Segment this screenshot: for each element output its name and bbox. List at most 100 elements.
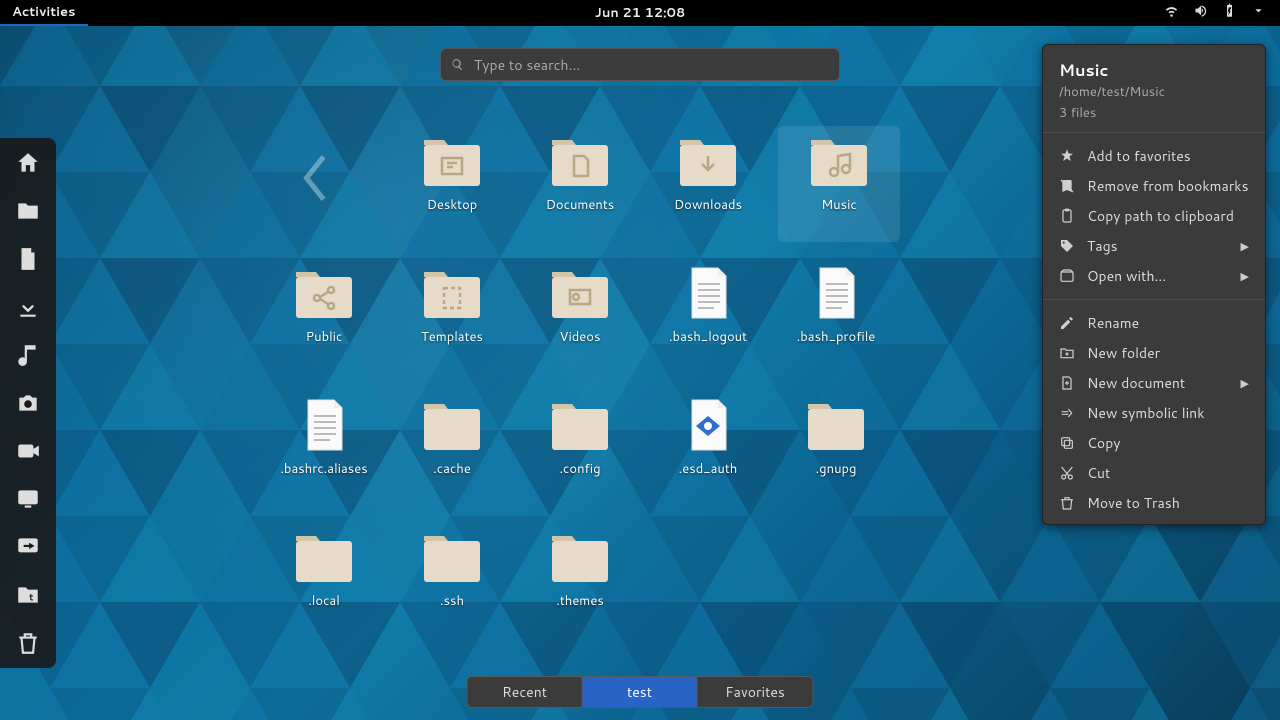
volume-icon[interactable] bbox=[1193, 3, 1208, 23]
trash-icon bbox=[1059, 495, 1075, 511]
panel-file-count: 3 files bbox=[1043, 103, 1265, 124]
panel-action-cut[interactable]: Cut bbox=[1043, 458, 1265, 488]
panel-action-add-to-favorites[interactable]: Add to favorites bbox=[1043, 141, 1265, 171]
folder-item-public[interactable]: Public bbox=[260, 264, 388, 374]
panel-action-move-to-trash[interactable]: Move to Trash bbox=[1043, 488, 1265, 518]
item-label: .config bbox=[559, 460, 600, 478]
trash-icon[interactable] bbox=[13, 628, 43, 658]
file-icon bbox=[804, 264, 868, 322]
item-label: Videos bbox=[560, 328, 601, 346]
folder-item--local[interactable]: .local bbox=[260, 528, 388, 638]
folder-icon bbox=[676, 132, 740, 190]
panel-action-label: Remove from bookmarks bbox=[1087, 176, 1249, 196]
tag-icon bbox=[1059, 238, 1075, 254]
folder-item-videos[interactable]: Videos bbox=[516, 264, 644, 374]
home-icon[interactable] bbox=[13, 148, 43, 178]
panel-title: Music bbox=[1043, 55, 1265, 82]
panel-path: /home/test/Music bbox=[1043, 82, 1265, 103]
folder-icon bbox=[807, 132, 871, 190]
panel-action-label: Add to favorites bbox=[1087, 146, 1191, 166]
context-panel: Music /home/test/Music 3 files Add to fa… bbox=[1042, 44, 1266, 525]
camera-icon[interactable] bbox=[13, 388, 43, 418]
open-icon bbox=[1059, 268, 1075, 284]
folder-icon bbox=[292, 264, 356, 322]
folder-item-documents[interactable]: Documents bbox=[516, 132, 644, 242]
document-icon[interactable] bbox=[13, 244, 43, 274]
folder-icon bbox=[420, 132, 484, 190]
folder-icon[interactable] bbox=[13, 196, 43, 226]
bottom-tab-favorites[interactable]: Favorites bbox=[698, 677, 813, 707]
clock[interactable]: Jun 21 12:08 bbox=[595, 4, 686, 22]
item-label: Templates bbox=[421, 328, 483, 346]
item-label: Music bbox=[821, 196, 857, 214]
folder-item--themes[interactable]: .themes bbox=[516, 528, 644, 638]
bookmark-remove-icon bbox=[1059, 178, 1075, 194]
item-label: .ssh bbox=[440, 592, 464, 610]
panel-action-label: New symbolic link bbox=[1087, 403, 1205, 423]
top-bar: Activities Jun 21 12:08 bbox=[0, 0, 1280, 26]
folder-icon bbox=[548, 132, 612, 190]
folder-item--cache[interactable]: .cache bbox=[388, 396, 516, 506]
pencil-icon bbox=[1059, 315, 1075, 331]
item-label: .bash_profile bbox=[797, 328, 876, 346]
cut-icon bbox=[1059, 465, 1075, 481]
wifi-icon[interactable] bbox=[1164, 3, 1179, 23]
svg-text:t: t bbox=[29, 590, 34, 604]
battery-icon[interactable] bbox=[1222, 3, 1237, 23]
music-icon[interactable] bbox=[13, 340, 43, 370]
screen-icon[interactable] bbox=[13, 484, 43, 514]
panel-action-label: New folder bbox=[1087, 343, 1160, 363]
sidebar-dock: t bbox=[0, 138, 56, 668]
item-label: .cache bbox=[433, 460, 471, 478]
share-icon[interactable] bbox=[13, 532, 43, 562]
folder-icon bbox=[292, 528, 356, 586]
file-item--bash-profile[interactable]: .bash_profile bbox=[772, 264, 900, 374]
file-item--esd-auth[interactable]: .esd_auth bbox=[644, 396, 772, 506]
bottom-tab-recent[interactable]: Recent bbox=[468, 677, 583, 707]
search-icon bbox=[451, 58, 464, 71]
file-icon bbox=[676, 396, 740, 454]
file-item--bash-logout[interactable]: .bash_logout bbox=[644, 264, 772, 374]
copy-icon bbox=[1059, 435, 1075, 451]
folder-item-desktop[interactable]: Desktop bbox=[388, 132, 516, 242]
panel-action-label: Copy bbox=[1087, 433, 1121, 453]
folder-item-templates[interactable]: Templates bbox=[388, 264, 516, 374]
folder-item--ssh[interactable]: .ssh bbox=[388, 528, 516, 638]
item-label: .themes bbox=[556, 592, 604, 610]
panel-action-label: Move to Trash bbox=[1087, 493, 1180, 513]
panel-action-tags[interactable]: Tags▶ bbox=[1043, 231, 1265, 261]
panel-action-copy[interactable]: Copy bbox=[1043, 428, 1265, 458]
system-menu-chevron-icon[interactable] bbox=[1251, 3, 1266, 23]
panel-action-new-document[interactable]: New document▶ bbox=[1043, 368, 1265, 398]
panel-action-new-symbolic-link[interactable]: New symbolic link bbox=[1043, 398, 1265, 428]
panel-action-label: Tags bbox=[1087, 236, 1118, 256]
panel-action-new-folder[interactable]: New folder bbox=[1043, 338, 1265, 368]
folder-icon bbox=[804, 396, 868, 454]
bottom-tab-test[interactable]: test bbox=[583, 677, 698, 707]
symlink-icon bbox=[1059, 405, 1075, 421]
folder-item--config[interactable]: .config bbox=[516, 396, 644, 506]
item-label: Public bbox=[306, 328, 343, 346]
panel-action-copy-path-to-clipboard[interactable]: Copy path to clipboard bbox=[1043, 201, 1265, 231]
folder-icon bbox=[548, 264, 612, 322]
download-icon[interactable] bbox=[13, 292, 43, 322]
search-placeholder: Type to search... bbox=[474, 55, 580, 75]
item-label: .bashrc.aliases bbox=[280, 460, 367, 478]
chevron-right-icon: ▶ bbox=[1241, 268, 1249, 284]
folder-icon bbox=[548, 528, 612, 586]
file-icon bbox=[676, 264, 740, 322]
file-item--bashrc-aliases[interactable]: .bashrc.aliases bbox=[260, 396, 388, 506]
item-label: .gnupg bbox=[816, 460, 857, 478]
video-icon[interactable] bbox=[13, 436, 43, 466]
folder-item-downloads[interactable]: Downloads bbox=[644, 132, 772, 242]
folder-t-icon[interactable]: t bbox=[13, 580, 43, 610]
search-input[interactable]: Type to search... bbox=[440, 48, 840, 81]
panel-action-open-with-[interactable]: Open with...▶ bbox=[1043, 261, 1265, 291]
item-label: Documents bbox=[546, 196, 615, 214]
panel-action-rename[interactable]: Rename bbox=[1043, 308, 1265, 338]
folder-item-music[interactable]: Music bbox=[778, 126, 900, 242]
clipboard-icon bbox=[1059, 208, 1075, 224]
activities-button[interactable]: Activities bbox=[0, 0, 88, 26]
folder-item--gnupg[interactable]: .gnupg bbox=[772, 396, 900, 506]
panel-action-remove-from-bookmarks[interactable]: Remove from bookmarks bbox=[1043, 171, 1265, 201]
